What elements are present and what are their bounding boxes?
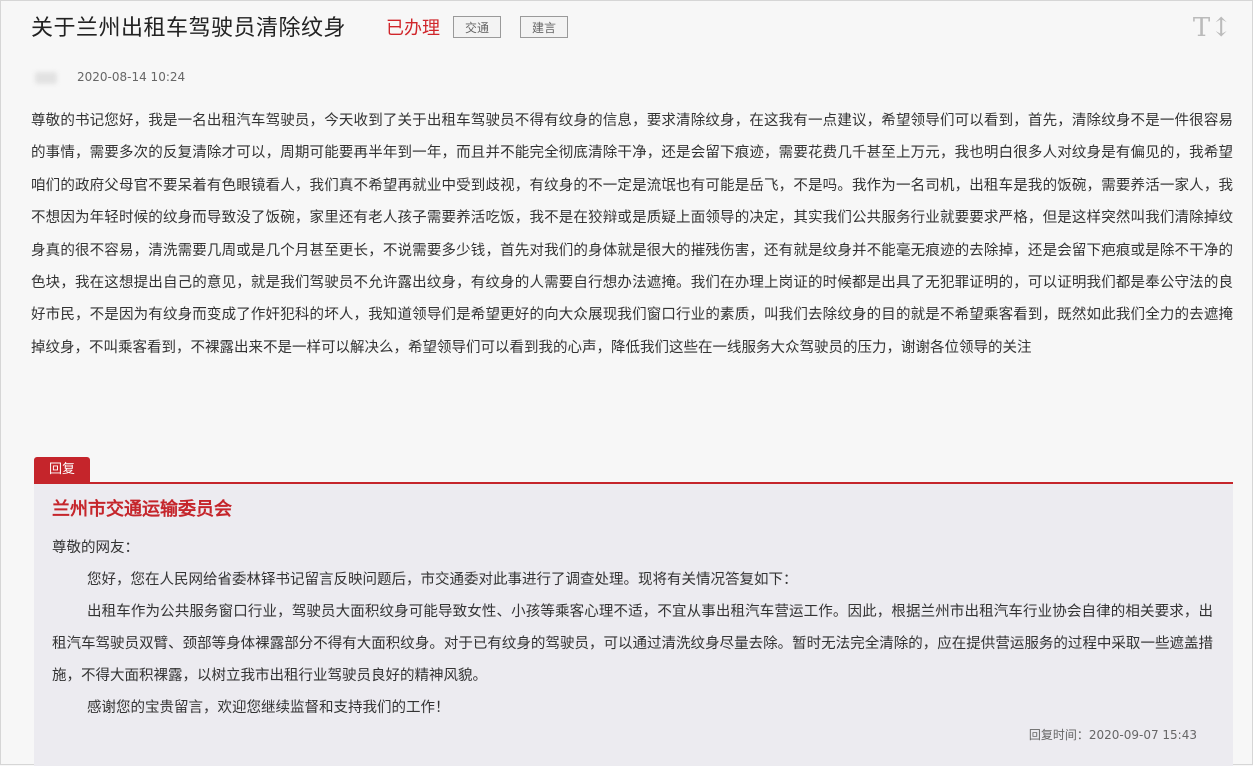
reply-box: 兰州市交通运输委员会 尊敬的网友： 您好，您在人民网给省委林铎书记留言反映问题后… bbox=[34, 482, 1233, 766]
reply-badge: 回复 bbox=[34, 457, 90, 482]
status-badge: 已办理 bbox=[386, 18, 440, 39]
reply-organization: 兰州市交通运输委员会 bbox=[52, 499, 232, 520]
post-header: 关于兰州出租车驾驶员清除纹身 已办理 交通 建言 T↕ bbox=[31, 13, 1232, 53]
reply-paragraph: 感谢您的宝贵留言，欢迎您继续监督和支持我们的工作！ bbox=[87, 700, 450, 716]
reply-greeting: 尊敬的网友： bbox=[52, 540, 139, 556]
page-title: 关于兰州出租车驾驶员清除纹身 bbox=[31, 16, 347, 41]
reply-paragraph: 您好，您在人民网给省委林铎书记留言反映问题后，市交通委对此事进行了调查处理。现将… bbox=[87, 572, 798, 588]
reply-time: 回复时间：2020-09-07 15:43 bbox=[1028, 728, 1197, 742]
type-tag[interactable]: 建言 bbox=[520, 16, 569, 38]
post-meta: 2020-08-14 10:24 bbox=[35, 68, 185, 86]
post-content: 尊敬的书记您好，我是一名出租汽车驾驶员，今天收到了关于出租车驾驶员不得有纹身的信… bbox=[31, 113, 1233, 356]
category-tag[interactable]: 交通 bbox=[453, 16, 502, 38]
reply-paragraph: 出租车作为公共服务窗口行业，驾驶员大面积纹身可能导致女性、小孩等乘客心理不适，不… bbox=[52, 604, 1213, 684]
font-size-icon[interactable]: T↕ bbox=[1193, 13, 1232, 43]
author-name-blurred bbox=[35, 71, 57, 84]
post-date: 2020-08-14 10:24 bbox=[77, 70, 186, 84]
